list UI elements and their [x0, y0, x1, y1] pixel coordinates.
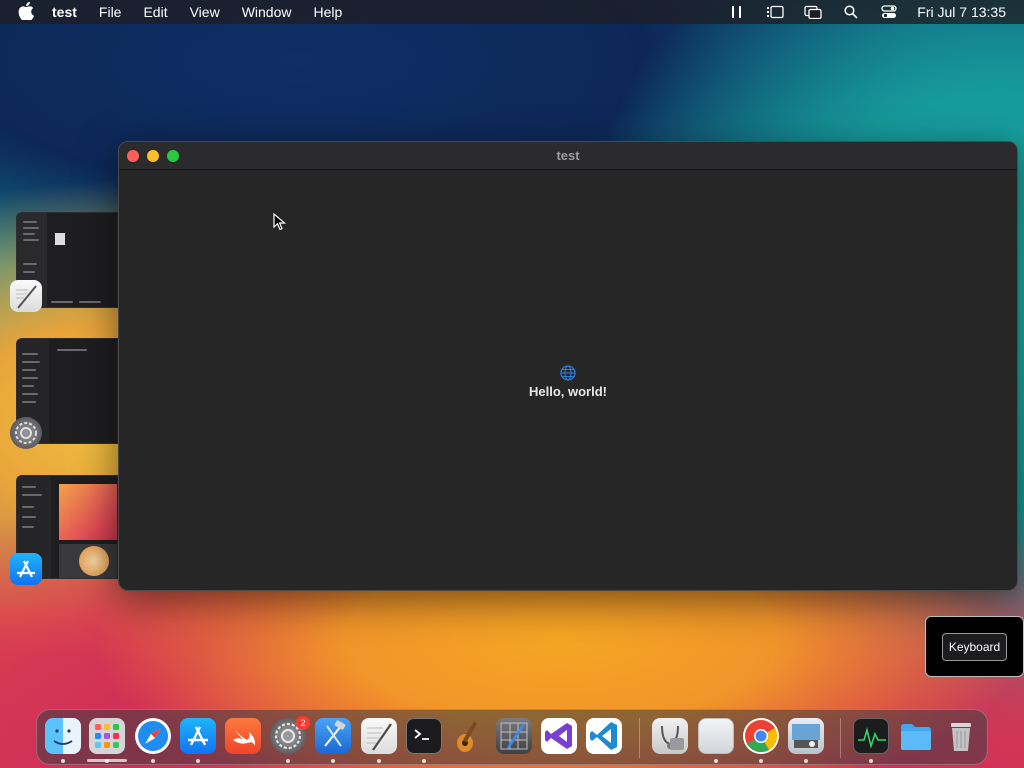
app-name-menu[interactable]: test: [52, 4, 77, 20]
zoom-button[interactable]: [167, 150, 179, 162]
instruments-icon[interactable]: [496, 718, 532, 754]
preview-icon[interactable]: [698, 718, 734, 754]
help-menu[interactable]: Help: [313, 4, 342, 20]
window-title: test: [556, 148, 580, 163]
downloads-folder-icon[interactable]: [898, 718, 934, 754]
swift-playgrounds-icon[interactable]: [225, 718, 261, 754]
image-capture-icon[interactable]: [788, 718, 824, 754]
launch-progress-bar: [87, 759, 127, 762]
spotlight-search-icon[interactable]: [841, 4, 861, 20]
stage-manager-icon[interactable]: [765, 4, 785, 20]
file-menu[interactable]: File: [99, 4, 122, 20]
running-indicator: [377, 759, 381, 763]
menu-bar-clock[interactable]: Fri Jul 7 13:35: [917, 4, 1006, 20]
pause-icon[interactable]: [727, 4, 747, 20]
minimize-button[interactable]: [147, 150, 159, 162]
menu-bar: test File Edit View Window Help Fri Jul …: [0, 0, 1024, 24]
running-indicator: [422, 759, 426, 763]
running-indicator: [714, 759, 718, 763]
keyboard-button[interactable]: Keyboard: [941, 632, 1008, 661]
textedit-dock-icon[interactable]: [361, 718, 397, 754]
edit-menu[interactable]: Edit: [143, 4, 167, 20]
running-indicator: [331, 759, 335, 763]
running-indicator: [804, 759, 808, 763]
trash-icon[interactable]: [943, 718, 979, 754]
mouse-cursor-icon: [273, 213, 287, 231]
activity-monitor-icon[interactable]: [853, 718, 889, 754]
app-store-icon[interactable]: [10, 553, 42, 585]
app-store-dock-icon[interactable]: [180, 718, 216, 754]
terminal-icon[interactable]: [406, 718, 442, 754]
google-chrome-icon[interactable]: [743, 718, 779, 754]
system-settings-icon[interactable]: [10, 417, 42, 449]
visual-studio-code-icon[interactable]: [586, 718, 622, 754]
dock-separator: [840, 718, 841, 758]
system-settings-badge: 2: [296, 716, 310, 730]
keyboard-panel: Keyboard: [925, 616, 1024, 677]
finder-icon[interactable]: [45, 718, 81, 754]
globe-icon: [560, 365, 576, 381]
running-indicator: [151, 759, 155, 763]
control-center-icon[interactable]: [879, 4, 899, 20]
window-menu[interactable]: Window: [242, 4, 292, 20]
textedit-icon[interactable]: [10, 280, 42, 312]
dock-separator: [639, 718, 640, 758]
close-button[interactable]: [127, 150, 139, 162]
window-titlebar[interactable]: test: [119, 142, 1017, 170]
disk-utility-icon[interactable]: [652, 718, 688, 754]
view-menu[interactable]: View: [190, 4, 220, 20]
garageband-icon[interactable]: [451, 718, 487, 754]
hello-text: Hello, world!: [529, 384, 607, 399]
launchpad-icon[interactable]: [89, 718, 125, 754]
running-indicator: [61, 759, 65, 763]
screen-mirroring-icon[interactable]: [803, 4, 823, 20]
running-indicator: [286, 759, 290, 763]
visual-studio-icon[interactable]: [541, 718, 577, 754]
app-window: test Hello, world!: [118, 141, 1018, 591]
dock: 2: [36, 709, 988, 765]
running-indicator: [196, 759, 200, 763]
window-content: Hello, world!: [119, 170, 1017, 590]
running-indicator: [869, 759, 873, 763]
xcode-icon[interactable]: [315, 718, 351, 754]
safari-icon[interactable]: [135, 718, 171, 754]
running-indicator: [759, 759, 763, 763]
apple-menu-icon[interactable]: [18, 1, 36, 23]
